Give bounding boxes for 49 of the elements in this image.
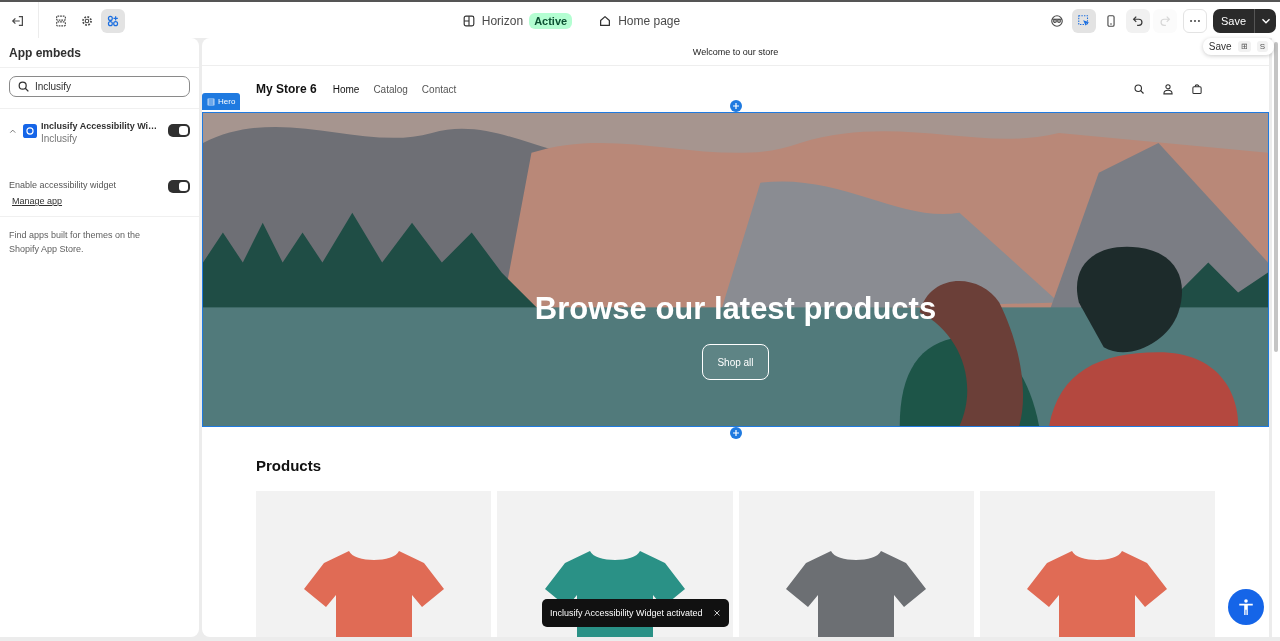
sections-icon	[54, 14, 68, 28]
bag-icon	[1191, 83, 1203, 95]
store-name[interactable]: My Store 6	[256, 82, 317, 96]
accessibility-icon	[1237, 598, 1255, 616]
app-logo-icon	[23, 124, 37, 138]
home-icon	[598, 14, 613, 28]
apps-icon	[106, 14, 120, 28]
undo-button[interactable]	[1125, 9, 1150, 33]
section-title: Products	[256, 457, 322, 474]
add-section-icon[interactable]	[730, 100, 742, 112]
close-button[interactable]	[712, 609, 721, 617]
manage-app-link[interactable]: Manage app	[12, 196, 63, 206]
settings-icon	[80, 14, 94, 28]
toggle-switch[interactable]	[168, 124, 190, 137]
setting-label: Enable accessibility widget	[9, 180, 117, 190]
cursor-select-button[interactable]	[1071, 9, 1096, 33]
search-icon	[17, 80, 30, 93]
section-icon	[207, 97, 215, 106]
exit-icon	[11, 14, 25, 28]
layout-icon	[461, 14, 476, 28]
panel-title: App embeds	[0, 38, 199, 68]
help-text: Find apps built for themes on the Shopify App Store.	[8, 229, 142, 256]
toast-message: Inclusify Accessibility Widget activated	[550, 608, 703, 618]
cursor-select-icon	[1076, 14, 1091, 28]
section-label-text: Hero	[218, 97, 236, 106]
nav-link[interactable]: Catalog	[373, 83, 408, 95]
apps-button[interactable]	[101, 9, 125, 33]
user-icon	[1162, 83, 1174, 95]
search-icon	[1133, 83, 1145, 95]
nav-link[interactable]: Contact	[421, 83, 457, 95]
app-name: Inclusify Accessibility Wi…	[41, 121, 159, 131]
glasses-face-icon	[1049, 14, 1064, 28]
nav-link[interactable]: Home	[332, 83, 360, 95]
app-vendor: Inclusify	[41, 133, 79, 144]
page-selector[interactable]: Home page	[618, 14, 681, 28]
redo-icon	[1157, 14, 1172, 28]
tooltip-label: Save	[1208, 41, 1232, 52]
shop-all-button[interactable]: Shop all	[702, 344, 769, 380]
scrollbar[interactable]	[1274, 42, 1278, 352]
undo-icon	[1130, 14, 1145, 28]
theme-name[interactable]: Horizon	[481, 14, 524, 28]
close-icon	[712, 609, 721, 617]
status-badge: Active	[529, 13, 573, 29]
section-label[interactable]: Hero	[202, 93, 241, 110]
shortcut-key: ⊞	[1237, 41, 1251, 52]
shortcut-key: S	[1256, 41, 1268, 52]
search-field[interactable]: Inclusify	[9, 76, 190, 97]
toggle-switch[interactable]	[168, 180, 190, 193]
add-section-icon[interactable]	[730, 427, 742, 439]
